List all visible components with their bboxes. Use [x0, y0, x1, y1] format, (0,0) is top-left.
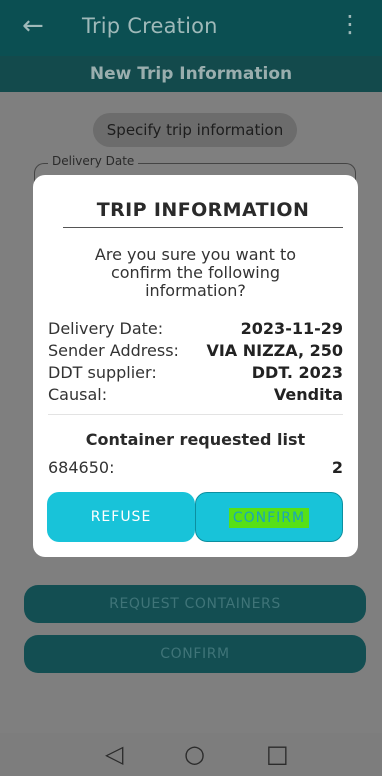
field-value: VIA NIZZA, 250 — [206, 341, 343, 360]
request-containers-button[interactable]: REQUEST CONTAINERS — [24, 585, 366, 623]
nav-home-icon[interactable]: ○ — [184, 741, 205, 767]
field-label: DDT supplier: — [48, 363, 157, 382]
system-nav-bar: ◁ ○ □ — [0, 733, 382, 776]
field-row-sender-address: Sender Address: VIA NIZZA, 250 — [48, 341, 343, 360]
nav-back-icon[interactable]: ◁ — [105, 741, 123, 767]
field-row-delivery-date: Delivery Date: 2023-11-29 — [48, 319, 343, 338]
nav-recents-icon[interactable]: □ — [266, 741, 289, 767]
specify-info-chip[interactable]: Specify trip information — [93, 113, 297, 147]
field-value: 2023-11-29 — [240, 319, 343, 338]
field-label: Causal: — [48, 385, 108, 404]
app-bar: ← Trip Creation ⋮ — [0, 0, 382, 56]
container-code: 684650: — [48, 458, 115, 477]
container-list-title: Container requested list — [85, 430, 306, 449]
delivery-date-label: Delivery Date — [48, 154, 139, 168]
field-label: Delivery Date: — [48, 319, 164, 338]
dialog-title: TRIP INFORMATION — [96, 199, 310, 221]
field-label: Sender Address: — [48, 341, 179, 360]
more-vert-icon[interactable]: ⋮ — [338, 10, 362, 38]
trip-information-dialog: TRIP INFORMATION Are you sure you want t… — [33, 175, 358, 557]
app-bar-title: Trip Creation — [82, 14, 218, 38]
container-quantity: 2 — [331, 458, 343, 477]
field-value: Vendita — [273, 385, 343, 404]
confirm-button[interactable]: CONFIRM — [24, 635, 366, 673]
dialog-question: Are you sure you want to confirm the fol… — [94, 245, 297, 300]
field-row-ddt-supplier: DDT supplier: DDT. 2023 — [48, 363, 343, 382]
confirm-label: CONFIRM — [228, 508, 310, 528]
divider — [48, 414, 343, 415]
field-row-causal: Causal: Vendita — [48, 385, 343, 404]
arrow-left-icon[interactable]: ← — [22, 12, 44, 40]
title-underline — [63, 227, 343, 228]
container-row: 684650: 2 — [48, 458, 343, 477]
refuse-button[interactable]: REFUSE — [47, 492, 195, 542]
field-value: DDT. 2023 — [251, 363, 343, 382]
dialog-confirm-button[interactable]: CONFIRM — [195, 492, 343, 542]
section-header: New Trip Information — [0, 56, 382, 92]
